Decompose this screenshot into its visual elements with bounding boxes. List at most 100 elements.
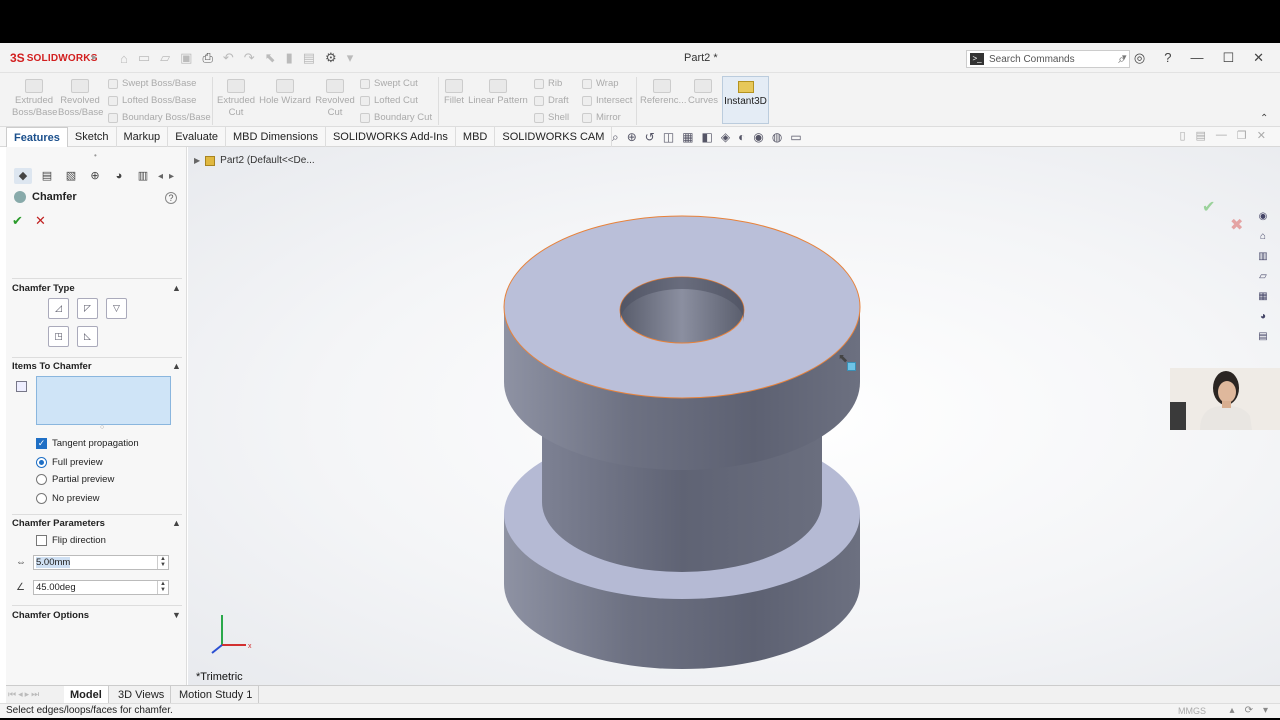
- shell-button[interactable]: Shell: [534, 112, 569, 123]
- chamfer-type-collapse-icon[interactable]: ▲: [172, 283, 181, 293]
- cam-tab-icon[interactable]: ▥: [134, 168, 152, 184]
- tab-motion-study-1[interactable]: Motion Study 1: [173, 686, 260, 704]
- configuration-manager-tab-icon[interactable]: ▧: [62, 168, 80, 184]
- instant3d-button[interactable]: Instant3D: [722, 76, 769, 124]
- chamfer-type-header[interactable]: Chamfer Type: [12, 283, 75, 297]
- chamfer-parameters-header[interactable]: Chamfer Parameters: [12, 518, 105, 532]
- options-gear-icon[interactable]: ⚙: [325, 50, 337, 66]
- status-dropdown-icon[interactable]: ▴: [1230, 705, 1235, 716]
- tab-features[interactable]: Features: [6, 127, 68, 147]
- tab-sketch[interactable]: Sketch: [68, 127, 117, 147]
- partial-preview-radio[interactable]: [36, 474, 47, 485]
- flip-direction-option[interactable]: Flip direction: [36, 535, 106, 546]
- unit-system[interactable]: MMGS: [1178, 706, 1206, 716]
- offset-face-type-icon[interactable]: ◳: [48, 326, 69, 347]
- ok-checkmark-icon[interactable]: ✔: [12, 213, 23, 229]
- fillet-button[interactable]: Fillet: [440, 79, 468, 107]
- solidworks-logo[interactable]: 3S SOLIDWORKS: [10, 51, 98, 65]
- full-preview-option[interactable]: Full preview: [36, 457, 103, 468]
- rebuild-icon[interactable]: ▮: [286, 50, 293, 66]
- revolved-boss-button[interactable]: Revolved Boss/Base: [58, 79, 103, 119]
- display-style-icon[interactable]: ◈: [721, 130, 730, 145]
- revolved-cut-button[interactable]: Revolved Cut: [313, 79, 357, 119]
- search-commands[interactable]: >_ Search Commands ⌕: [966, 50, 1130, 68]
- rebuild-status-icon[interactable]: ⟳: [1245, 705, 1253, 716]
- maximize-icon[interactable]: ☐: [1222, 50, 1234, 66]
- curves-button[interactable]: Curves: [686, 79, 720, 107]
- viewport-minimize-icon[interactable]: —: [1216, 129, 1227, 142]
- no-preview-radio[interactable]: [36, 493, 47, 504]
- graphics-area[interactable]: ▶ Part2 (Default<<De... ⬉ ✔ ✖ ◉ ⌂ ▥ ▱ ▦ …: [188, 147, 1280, 685]
- search-dropdown-icon[interactable]: ▾: [1122, 52, 1127, 63]
- appearances-icon[interactable]: ◕: [1256, 311, 1270, 323]
- extruded-boss-button[interactable]: Extruded Boss/Base: [12, 79, 57, 119]
- wrap-button[interactable]: Wrap: [582, 78, 619, 89]
- account-icon[interactable]: ◎: [1134, 50, 1145, 66]
- swept-boss-button[interactable]: Swept Boss/Base: [108, 78, 196, 89]
- cancel-x-icon[interactable]: ✕: [35, 213, 46, 229]
- items-selection-box[interactable]: [36, 376, 171, 425]
- tab-model[interactable]: Model: [64, 686, 109, 704]
- items-to-chamfer-header[interactable]: Items To Chamfer: [12, 361, 92, 375]
- distance-value[interactable]: 5.00mm: [36, 557, 71, 568]
- section-view-icon[interactable]: ◫: [663, 130, 674, 145]
- angle-value[interactable]: 45.00deg: [36, 582, 76, 593]
- view-palette-icon[interactable]: ▦: [1256, 291, 1270, 303]
- collapse-ribbon-icon[interactable]: ⌃: [1260, 113, 1268, 124]
- tab-3d-views[interactable]: 3D Views: [112, 686, 172, 704]
- confirmation-corner-ok-icon[interactable]: ✔: [1202, 197, 1215, 217]
- lofted-boss-button[interactable]: Lofted Boss/Base: [108, 95, 196, 106]
- tab-mbd-dimensions[interactable]: MBD Dimensions: [226, 127, 326, 147]
- file-explorer-icon[interactable]: ▱: [1256, 271, 1270, 283]
- lofted-cut-button[interactable]: Lofted Cut: [360, 95, 418, 106]
- help-icon[interactable]: ?: [1164, 50, 1171, 66]
- distance-distance-type-icon[interactable]: ◸: [77, 298, 98, 319]
- pm-grip-icon[interactable]: •: [94, 151, 97, 160]
- angle-field[interactable]: 45.00deg ▲ ▼: [33, 580, 169, 595]
- parameters-collapse-icon[interactable]: ▲: [172, 518, 181, 528]
- zoom-to-fit-icon[interactable]: ⌕: [612, 130, 619, 145]
- solidworks-resources-icon[interactable]: ◉: [1256, 211, 1270, 223]
- tab-solidworks-add-ins[interactable]: SOLIDWORKS Add-Ins: [326, 127, 456, 147]
- rib-button[interactable]: Rib: [534, 78, 562, 89]
- hide-show-items-icon[interactable]: ◐: [738, 130, 745, 145]
- boundary-cut-button[interactable]: Boundary Cut: [360, 112, 432, 123]
- open-icon[interactable]: ▱: [160, 50, 170, 66]
- tile-icon[interactable]: ▯: [1179, 129, 1185, 142]
- chamfer-options-header[interactable]: Chamfer Options: [12, 610, 89, 624]
- flip-direction-checkbox[interactable]: [36, 535, 47, 546]
- tangent-propagation-option[interactable]: ✓ Tangent propagation: [36, 438, 139, 449]
- view-settings-icon[interactable]: ▭: [790, 130, 801, 145]
- view-orientation-icon[interactable]: ◧: [702, 130, 713, 145]
- feature-manager-tab-icon[interactable]: ◆: [14, 168, 32, 184]
- options-expand-icon[interactable]: ▼: [172, 610, 181, 620]
- distance-spinner[interactable]: ▲ ▼: [157, 556, 168, 569]
- home-icon[interactable]: ⌂: [120, 51, 128, 66]
- full-preview-radio[interactable]: [36, 457, 47, 468]
- undo-icon[interactable]: ↶: [223, 50, 234, 66]
- print-icon[interactable]: ⎙: [202, 50, 212, 66]
- dynamic-annotation-icon[interactable]: ▦: [682, 130, 693, 145]
- previous-view-icon[interactable]: ↺: [645, 130, 655, 145]
- hole-wizard-button[interactable]: Hole Wizard: [258, 79, 312, 107]
- viewport-restore-icon[interactable]: ❐: [1237, 129, 1247, 142]
- property-manager-tab-icon[interactable]: ▤: [38, 168, 56, 184]
- design-library-icon[interactable]: ▥: [1256, 251, 1270, 263]
- menu-expand-icon[interactable]: ▸: [92, 52, 97, 63]
- next-tab-icon[interactable]: ▸: [25, 689, 30, 700]
- customize-status-icon[interactable]: ▾: [1263, 705, 1268, 716]
- linear-pattern-button[interactable]: Linear Pattern: [468, 79, 528, 107]
- vertex-type-icon[interactable]: ▽: [106, 298, 127, 319]
- partial-preview-option[interactable]: Partial preview: [36, 474, 114, 485]
- edit-appearance-icon[interactable]: ◉: [753, 130, 763, 145]
- swept-cut-button[interactable]: Swept Cut: [360, 78, 418, 89]
- tabs-left-arrow-icon[interactable]: ◂: [158, 171, 163, 182]
- extruded-cut-button[interactable]: Extruded Cut: [214, 79, 258, 119]
- minimize-icon[interactable]: —: [1190, 50, 1203, 66]
- part-model[interactable]: [188, 147, 1280, 685]
- tab-evaluate[interactable]: Evaluate: [168, 127, 226, 147]
- split-icon[interactable]: ▤: [1196, 129, 1206, 142]
- display-manager-tab-icon[interactable]: ◕: [110, 168, 128, 184]
- close-icon[interactable]: ✕: [1253, 50, 1264, 66]
- boundary-boss-button[interactable]: Boundary Boss/Base: [108, 112, 211, 123]
